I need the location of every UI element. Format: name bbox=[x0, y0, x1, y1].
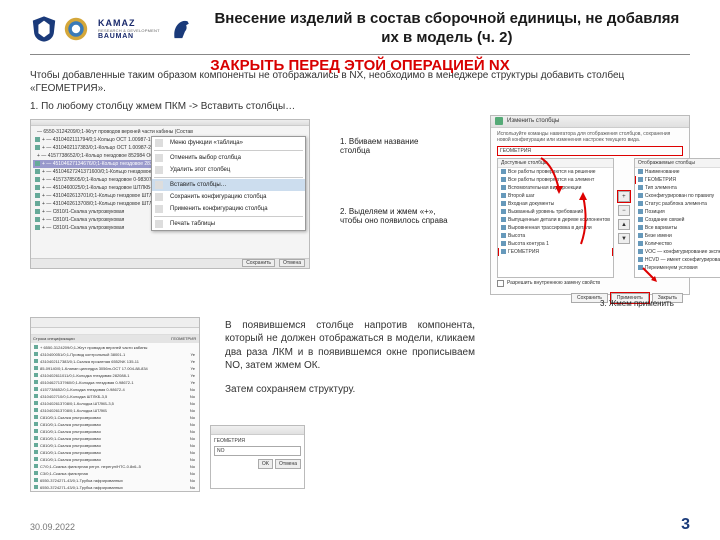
column-search-input[interactable]: ГЕОМЕТРИЯ bbox=[497, 146, 683, 156]
structure-row[interactable]: 6550-3724271-43/0;1-Трубка гафрированных… bbox=[32, 484, 198, 491]
body-text: В появившемся столбце напротив компонент… bbox=[225, 319, 475, 397]
structure-row[interactable]: С810/0;1-Скалка ультрозвуковаяNo bbox=[32, 414, 198, 421]
structure-row[interactable]: + 6550-3124209/0;1-Жгут проводов верхней… bbox=[32, 344, 198, 351]
shown-columns-list[interactable]: Отображаемые столбцы НаименованиеГЕОМЕТР… bbox=[634, 158, 720, 278]
shown-column-item[interactable]: Статус разблока элемента bbox=[635, 200, 720, 208]
shown-column-item[interactable]: Позиция bbox=[635, 208, 720, 216]
allow-replace-label: Разрешить внутреннюю замену свойств bbox=[507, 280, 600, 286]
structure-row[interactable]: С810/0;1-Скалка ультрозвуковаяNo bbox=[32, 449, 198, 456]
context-menu: Меню функции «таблица» Отменить выбор сто… bbox=[151, 136, 306, 231]
shot3-columns-header: Строка спецификацииГЕОМЕТРИЯ bbox=[31, 335, 199, 343]
warning-title: ЗАКРЫТЬ ПЕРЕД ЭТОЙ ОПЕРАЦИЕЙ NX bbox=[0, 57, 720, 75]
context-menu-item[interactable]: Сохранить конфигурацию столбца bbox=[152, 191, 305, 203]
shown-column-item[interactable]: VOC — конфигурирование экспертов после bbox=[635, 248, 720, 256]
move-up-button[interactable]: ▲ bbox=[618, 219, 630, 230]
shot4-titlebar bbox=[211, 426, 304, 435]
footer-date: 30.09.2022 bbox=[30, 522, 75, 532]
add-column-button[interactable]: + bbox=[618, 191, 630, 202]
structure-row[interactable]: 85-09140/0;1-Клапан цилиндра 3056m-OCT 1… bbox=[32, 365, 198, 372]
structure-row[interactable]: 4310402710/0;1-Колодка ШТЛКБ-3,5No bbox=[32, 393, 198, 400]
remove-column-button[interactable]: − bbox=[618, 205, 630, 216]
transfer-buttons: + − ▲ ▼ bbox=[618, 158, 630, 278]
red-arrow-1 bbox=[539, 156, 569, 198]
page-number: 3 bbox=[681, 516, 690, 534]
red-arrow-2 bbox=[579, 192, 605, 250]
shot1-toolbar bbox=[31, 120, 309, 126]
shown-column-item[interactable]: Все варианты bbox=[635, 224, 720, 232]
context-menu-item[interactable]: Печать таблицы bbox=[152, 218, 305, 230]
slide-header: KAMAZ RESEARCH & DEVELOPMENT BAUMAN Внес… bbox=[0, 0, 720, 54]
annotation-2: 2. Выделяем и жмем «+», чтобы оно появил… bbox=[340, 207, 460, 226]
context-menu-item[interactable]: Меню функции «таблица» bbox=[152, 137, 305, 149]
kamaz-shield-logo bbox=[30, 15, 58, 43]
structure-row[interactable]: 4310402117383/0;1-Скалка прокатная 6552N… bbox=[32, 358, 198, 365]
shot1-cancel-button[interactable]: Отмена bbox=[279, 259, 305, 267]
intro-text-2: 1. По любому столбцу жмем ПКМ -> Вставит… bbox=[30, 101, 690, 112]
dialog-titlebar: Изменить столбцы bbox=[491, 116, 689, 128]
shot3-toolbar bbox=[31, 328, 199, 335]
horse-logo bbox=[168, 16, 194, 42]
context-menu-item[interactable]: Вставить столбцы… bbox=[152, 179, 305, 191]
structure-row[interactable]: С810/0;1-Скалка ультрозвуковаяNo bbox=[32, 442, 198, 449]
red-arrow-3 bbox=[641, 266, 661, 288]
structure-row[interactable]: 4310402613708/0;1-Колодка ШТЛКБNo bbox=[32, 407, 198, 414]
shot1-footer: Сохранить Отмена bbox=[31, 258, 309, 268]
dialog-description: Используйте команды навигатора для отобр… bbox=[491, 128, 689, 146]
dialog-title: Изменить столбцы bbox=[507, 118, 559, 124]
body-paragraph-1: В появившемся столбце напротив компонент… bbox=[225, 319, 475, 373]
move-down-button[interactable]: ▼ bbox=[618, 233, 630, 244]
shown-column-item[interactable]: Тип элемента bbox=[635, 184, 720, 192]
structure-row[interactable]: 4310400051/0;1-Провод контрольный 38001-… bbox=[32, 351, 198, 358]
structure-row[interactable]: С3/0;1-Скалка фильтрнаяNo bbox=[32, 470, 198, 477]
screenshot-structure-table: Строка спецификацииГЕОМЕТРИЯ + 6550-3124… bbox=[30, 317, 200, 492]
screenshot-cell-editor: ГЕОМЕТРИЯ NO OK Отмена bbox=[210, 425, 305, 489]
context-menu-item[interactable]: Отменить выбор столбца bbox=[152, 152, 305, 164]
shown-column-item[interactable]: Количество bbox=[635, 240, 720, 248]
slide-content: ЗАКРЫТЬ ПЕРЕД ЭТОЙ ОПЕРАЦИЕЙ NX Чтобы до… bbox=[0, 55, 720, 495]
kamaz-bauman-text-logo: KAMAZ RESEARCH & DEVELOPMENT BAUMAN bbox=[98, 18, 160, 40]
shown-column-item[interactable]: Создание связей bbox=[635, 216, 720, 224]
gear-emblem-logo bbox=[62, 15, 90, 43]
structure-row[interactable]: С810/0;1-Скалка ультрозвуковаяNo bbox=[32, 456, 198, 463]
shot4-field-label: ГЕОМЕТРИЯ bbox=[214, 438, 301, 444]
shot1-save-button[interactable]: Сохранить bbox=[242, 259, 275, 267]
slide-title: Внесение изделий в состав сборочной един… bbox=[194, 10, 690, 48]
allow-replace-checkbox[interactable] bbox=[497, 280, 504, 287]
structure-row[interactable]: С7/0;1-Скалка фильтрная регул. нерегул/Н… bbox=[32, 463, 198, 470]
structure-row[interactable]: 4310402611011/0;1-Колодка гнездовая 2820… bbox=[32, 372, 198, 379]
shown-column-item[interactable]: Безе имени bbox=[635, 232, 720, 240]
structure-row[interactable]: 4310402613708/0;1-Колодка ШТЛКБ-3,5No bbox=[32, 400, 198, 407]
structure-row[interactable]: 4157738652/0;1-Колодка гнездовая 0-98672… bbox=[32, 386, 198, 393]
brand-line1: KAMAZ bbox=[98, 18, 136, 28]
shot4-cancel-button[interactable]: Отмена bbox=[275, 459, 301, 469]
tree-root[interactable]: — 6550-3124209/0;1-Жгут проводов верхней… bbox=[33, 128, 193, 136]
brand-logos: KAMAZ RESEARCH & DEVELOPMENT BAUMAN bbox=[30, 15, 194, 43]
shown-column-item[interactable]: HCVD — имеет сконфигурированные данные bbox=[635, 256, 720, 264]
body-paragraph-2: Затем сохраняем структуру. bbox=[225, 383, 475, 397]
dialog-icon bbox=[495, 117, 503, 125]
shown-column-item[interactable]: Наименование bbox=[635, 168, 720, 176]
shot4-ok-button[interactable]: OK bbox=[258, 459, 273, 469]
brand-line3: BAUMAN bbox=[98, 33, 134, 40]
shown-column-item[interactable]: Сконфигурирован по правилу bbox=[635, 192, 720, 200]
shot4-value-input[interactable]: NO bbox=[214, 446, 301, 456]
structure-row[interactable]: 45104627137960/0;1-Колодка гнездовая 0-9… bbox=[32, 379, 198, 386]
structure-row[interactable]: С810/0;1-Скалка ультрозвуковаяNo bbox=[32, 421, 198, 428]
screenshot-tree-contextmenu: — 6550-3124209/0;1-Жгут проводов верхней… bbox=[30, 119, 310, 269]
context-menu-item[interactable]: Применить конфигурацию столбца bbox=[152, 203, 305, 215]
structure-row[interactable]: С810/0;1-Скалка ультрозвуковаяNo bbox=[32, 428, 198, 435]
screenshot-columns-dialog: Изменить столбцы Используйте команды нав… bbox=[490, 115, 690, 295]
structure-row[interactable]: 6550-3724271-43/0;1-Трубка гафрированных… bbox=[32, 477, 198, 484]
shot3-titlebar bbox=[31, 318, 199, 328]
annotation-3: 3. Жмем применить bbox=[600, 299, 690, 309]
shown-column-item[interactable]: ГЕОМЕТРИЯ bbox=[635, 176, 720, 184]
context-menu-item[interactable]: Удалить этот столбец bbox=[152, 164, 305, 176]
structure-row[interactable]: С810/0;1-Скалка ультрозвуковаяNo bbox=[32, 435, 198, 442]
annotation-1: 1. Вбиваем название столбца bbox=[340, 137, 440, 156]
shown-columns-header: Отображаемые столбцы bbox=[635, 159, 720, 168]
